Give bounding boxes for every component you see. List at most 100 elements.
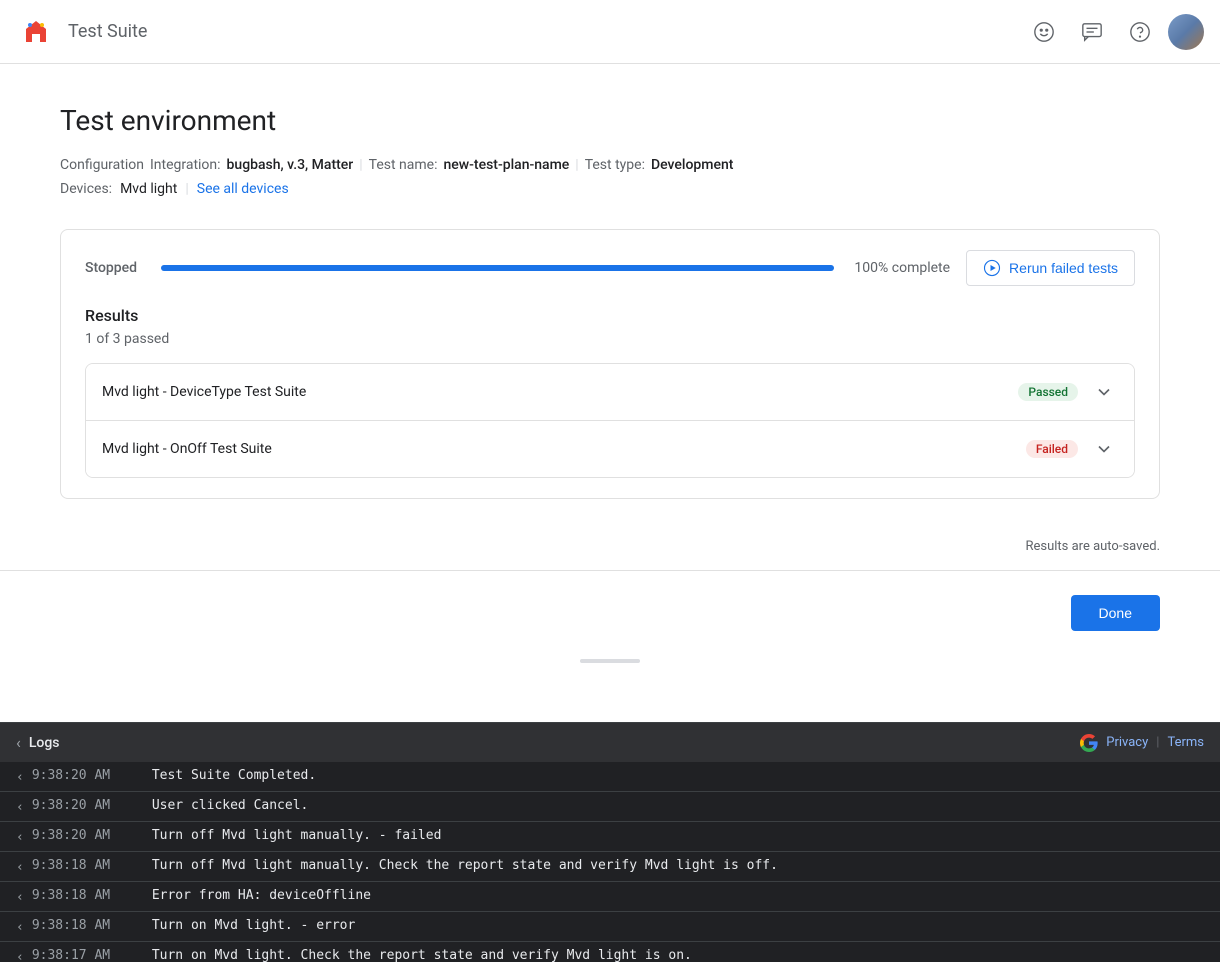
- log-entry: ‹ 9:38:17 AM Turn on Mvd light. Check th…: [0, 942, 1220, 962]
- test-item-right: Failed: [1026, 435, 1118, 463]
- logs-left: ‹ Logs: [16, 733, 59, 752]
- done-row: Done: [60, 595, 1160, 631]
- test-item-name: Mvd light - DeviceType Test Suite: [102, 384, 306, 400]
- page-title: Test environment: [60, 104, 1160, 137]
- app-title: Test Suite: [68, 21, 147, 42]
- log-timestamp: 9:38:18 AM: [32, 888, 152, 903]
- logs-link-sep: |: [1156, 735, 1159, 750]
- log-timestamp: 9:38:20 AM: [32, 828, 152, 843]
- log-expand-chevron[interactable]: ‹: [16, 770, 24, 785]
- chevron-down-icon: [1094, 382, 1114, 402]
- logs-collapse-chevron[interactable]: ‹: [16, 733, 21, 752]
- privacy-link[interactable]: Privacy: [1106, 735, 1148, 750]
- log-expand-chevron[interactable]: ‹: [16, 830, 24, 845]
- log-message: Error from HA: deviceOffline: [152, 888, 371, 903]
- log-entry: ‹ 9:38:20 AM Turn off Mvd light manually…: [0, 822, 1220, 852]
- log-entry: ‹ 9:38:20 AM Test Suite Completed.: [0, 762, 1220, 792]
- log-message: Turn off Mvd light manually. Check the r…: [152, 858, 778, 873]
- devices-label: Devices:: [60, 181, 112, 197]
- log-message: Turn on Mvd light. - error: [152, 918, 356, 933]
- config-label: Configuration: [60, 157, 144, 173]
- integration-value: bugbash, v.3, Matter: [227, 157, 354, 173]
- log-expand-chevron[interactable]: ‹: [16, 950, 24, 962]
- integration-label: Integration:: [150, 157, 221, 173]
- log-timestamp: 9:38:20 AM: [32, 798, 152, 813]
- results-section: Results 1 of 3 passed Mvd light - Device…: [85, 306, 1135, 478]
- progress-row: Stopped 100% complete Rerun failed tests: [85, 250, 1135, 286]
- log-expand-chevron[interactable]: ‹: [16, 920, 24, 935]
- rerun-failed-tests-button[interactable]: Rerun failed tests: [966, 250, 1135, 286]
- header-right: [1024, 12, 1204, 52]
- log-message: Test Suite Completed.: [152, 768, 316, 783]
- test-item: Mvd light - DeviceType Test Suite Passed: [86, 364, 1134, 421]
- emoji-icon: [1033, 21, 1055, 43]
- log-timestamp: 9:38:18 AM: [32, 918, 152, 933]
- terms-link[interactable]: Terms: [1167, 735, 1204, 750]
- play-icon: [983, 259, 1001, 277]
- chevron-down-icon: [1094, 439, 1114, 459]
- config-row: Configuration Integration: bugbash, v.3,…: [60, 157, 1160, 173]
- results-title: Results: [85, 306, 1135, 325]
- log-expand-chevron[interactable]: ‹: [16, 890, 24, 905]
- logs-header: ‹ Logs Privacy | Terms: [0, 722, 1220, 762]
- progress-card: Stopped 100% complete Rerun failed tests…: [60, 229, 1160, 499]
- test-type-label: Test type:: [585, 157, 645, 173]
- main-content: Test environment Configuration Integrati…: [0, 64, 1220, 722]
- google-logo-icon: [1080, 734, 1098, 752]
- log-entry: ‹ 9:38:18 AM Turn off Mvd light manually…: [0, 852, 1220, 882]
- devices-value: Mvd light: [120, 181, 177, 197]
- help-button[interactable]: [1120, 12, 1160, 52]
- test-item-name: Mvd light - OnOff Test Suite: [102, 441, 272, 457]
- sep2: |: [575, 157, 578, 173]
- results-count: 1 of 3 passed: [85, 331, 1135, 347]
- devices-sep: |: [185, 181, 188, 197]
- test-item-right: Passed: [1018, 378, 1118, 406]
- logs-footer-links: Privacy | Terms: [1080, 734, 1204, 752]
- app-header: Test Suite: [0, 0, 1220, 64]
- progress-bar-container: [161, 265, 834, 271]
- test-expand-button[interactable]: [1090, 435, 1118, 463]
- log-entry: ‹ 9:38:18 AM Error from HA: deviceOfflin…: [0, 882, 1220, 912]
- devices-row: Devices: Mvd light | See all devices: [60, 181, 1160, 197]
- test-status-badge: Passed: [1018, 383, 1078, 401]
- stopped-label: Stopped: [85, 260, 145, 276]
- test-item: Mvd light - OnOff Test Suite Failed: [86, 421, 1134, 477]
- test-expand-button[interactable]: [1090, 378, 1118, 406]
- divider: [0, 570, 1220, 571]
- auto-saved-text: Results are auto-saved.: [60, 539, 1160, 554]
- logs-entries: ‹ 9:38:20 AM Test Suite Completed. ‹ 9:3…: [0, 762, 1220, 962]
- log-expand-chevron[interactable]: ‹: [16, 800, 24, 815]
- log-message: Turn off Mvd light manually. - failed: [152, 828, 442, 843]
- done-button[interactable]: Done: [1071, 595, 1160, 631]
- complete-label: 100% complete: [850, 260, 950, 276]
- user-avatar: [1168, 14, 1204, 50]
- test-name-label: Test name:: [369, 157, 438, 173]
- emoji-button[interactable]: [1024, 12, 1064, 52]
- logs-section: ‹ Logs Privacy | Terms ‹ 9:38:20 AM Test…: [0, 722, 1220, 962]
- progress-bar-fill: [161, 265, 834, 271]
- log-timestamp: 9:38:20 AM: [32, 768, 152, 783]
- test-list: Mvd light - DeviceType Test Suite Passed…: [85, 363, 1135, 478]
- app-logo: [16, 12, 56, 52]
- log-timestamp: 9:38:18 AM: [32, 858, 152, 873]
- log-expand-chevron[interactable]: ‹: [16, 860, 24, 875]
- message-button[interactable]: [1072, 12, 1112, 52]
- see-all-devices-link[interactable]: See all devices: [197, 181, 289, 197]
- log-entry: ‹ 9:38:20 AM User clicked Cancel.: [0, 792, 1220, 822]
- log-message: Turn on Mvd light. Check the report stat…: [152, 948, 692, 962]
- logs-title: Logs: [29, 735, 60, 751]
- test-type-value: Development: [651, 157, 733, 173]
- log-timestamp: 9:38:17 AM: [32, 948, 152, 962]
- scroll-handle: [580, 659, 640, 663]
- test-status-badge: Failed: [1026, 440, 1078, 458]
- sep1: |: [359, 157, 362, 173]
- scroll-handle-row: [60, 655, 1160, 667]
- log-entry: ‹ 9:38:18 AM Turn on Mvd light. - error: [0, 912, 1220, 942]
- log-message: User clicked Cancel.: [152, 798, 309, 813]
- avatar-button[interactable]: [1168, 14, 1204, 50]
- help-icon: [1129, 21, 1151, 43]
- test-name-value: new-test-plan-name: [443, 157, 569, 173]
- header-left: Test Suite: [16, 12, 147, 52]
- rerun-label: Rerun failed tests: [1009, 260, 1118, 276]
- message-icon: [1081, 21, 1103, 43]
